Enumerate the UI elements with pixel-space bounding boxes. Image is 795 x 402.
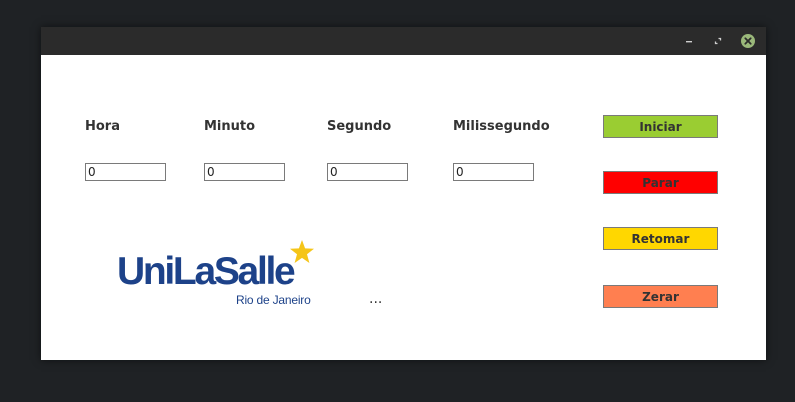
- hora-field[interactable]: [85, 163, 166, 181]
- minuto-label: Minuto: [204, 119, 256, 134]
- minimize-icon[interactable]: [682, 34, 696, 48]
- status-text: ...: [369, 291, 383, 307]
- resume-button[interactable]: Retomar: [603, 227, 718, 250]
- stop-button[interactable]: Parar: [603, 171, 718, 194]
- milissegundo-field[interactable]: [453, 163, 534, 181]
- logo-subtitle: Rio de Janeiro: [236, 293, 311, 307]
- start-button[interactable]: Iniciar: [603, 115, 718, 138]
- segundo-field[interactable]: [327, 163, 408, 181]
- title-bar[interactable]: [41, 27, 766, 55]
- milissegundo-label: Milissegundo: [453, 119, 550, 134]
- stopwatch-window: Hora Minuto Segundo Milissegundo Iniciar…: [41, 27, 766, 360]
- close-icon[interactable]: [741, 34, 755, 48]
- logo-wordmark: UniLaSalle: [117, 250, 296, 293]
- unilasalle-logo: UniLaSalle Rio de Janeiro: [117, 240, 322, 310]
- restore-icon[interactable]: [711, 34, 725, 48]
- segundo-label: Segundo: [327, 119, 392, 134]
- reset-button[interactable]: Zerar: [603, 285, 718, 308]
- hora-label: Hora: [85, 119, 120, 134]
- main-panel: Hora Minuto Segundo Milissegundo Iniciar…: [41, 55, 766, 360]
- minuto-field[interactable]: [204, 163, 285, 181]
